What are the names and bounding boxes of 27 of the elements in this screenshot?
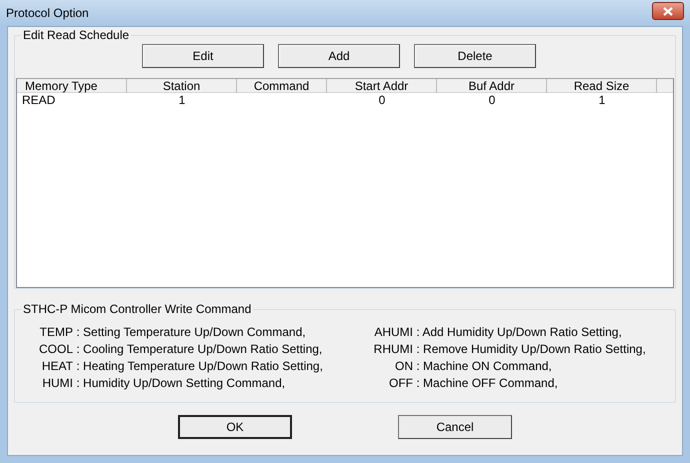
column-header[interactable]: Station xyxy=(127,79,237,93)
column-header[interactable]: Read Size xyxy=(547,79,657,93)
table-cell-text: READ xyxy=(21,93,56,107)
command-description: OFF : Machine OFF Command, xyxy=(388,375,559,391)
window-title: Protocol Option xyxy=(6,5,89,22)
command-description: ON : Machine ON Command, xyxy=(394,358,553,374)
table-cell-text: 1 xyxy=(178,93,186,107)
table-cell-text: 0 xyxy=(378,93,386,107)
command-description: HEAT : Heating Temperature Up/Down Ratio Setting, xyxy=(40,358,324,374)
table-cell-text: 0 xyxy=(488,93,496,107)
command-description: HUMI : Humidity Up/Down Setting Command, xyxy=(41,375,286,391)
column-header[interactable]: Start Addr xyxy=(327,79,437,93)
command-description: COOL : Cooling Temperature Up/Down Ratio Setting, xyxy=(38,341,324,357)
table-cell-text: 1 xyxy=(598,93,606,107)
column-header[interactable]: Memory Type xyxy=(17,79,127,93)
close-icon xyxy=(663,6,673,16)
toolbar-button[interactable]: Edit xyxy=(142,44,264,68)
column-header[interactable]: Command xyxy=(237,79,327,93)
close-button[interactable] xyxy=(652,2,684,20)
command-description: TEMP : Setting Temperature Up/Down Command, xyxy=(38,324,307,340)
command-description: AHUMI : Add Humidity Up/Down Ratio Setting, xyxy=(373,324,623,340)
toolbar-button[interactable]: Add xyxy=(278,44,400,68)
toolbar-button[interactable]: Delete xyxy=(414,44,536,68)
dialog-button[interactable]: Cancel xyxy=(398,415,512,439)
command-description: RHUMI : Remove Humidity Up/Down Ratio Setting, xyxy=(372,341,647,357)
dialog-button[interactable]: OK xyxy=(178,415,292,439)
column-header[interactable]: Buf Addr xyxy=(437,79,547,93)
